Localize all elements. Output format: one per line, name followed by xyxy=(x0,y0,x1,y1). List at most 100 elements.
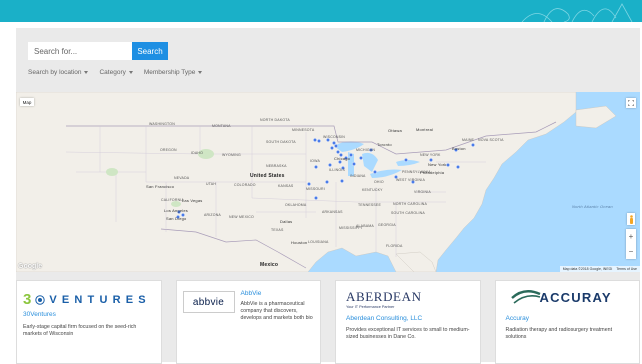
map-label-michigan: MICHIGAN xyxy=(356,148,376,152)
map-label-washington: WASHINGTON xyxy=(149,122,175,126)
map-label-dallas: Dallas xyxy=(280,219,293,224)
street-view-pegman-icon[interactable] xyxy=(627,213,635,225)
map-label-texas: TEXAS xyxy=(271,228,284,232)
map-label-tennessee: TENNESSEE xyxy=(358,203,381,207)
map-label-colorado: COLORADO xyxy=(234,183,256,187)
map-label-utah: UTAH xyxy=(206,182,217,186)
map-label-arizona: ARIZONA xyxy=(204,213,221,217)
map-label-virginia: VIRGINIA xyxy=(414,190,431,194)
terms-of-use-link[interactable]: Terms of Use xyxy=(616,267,637,271)
card-description: Radiation therapy and radiosurgery treat… xyxy=(505,327,613,340)
abbvie-logo-wordmark: abbvie xyxy=(192,296,225,308)
30ventures-logo: 3 VENTURES xyxy=(23,291,151,308)
map-label-iowa: IOWA xyxy=(310,159,321,163)
map-label-minnesota: MINNESOTA xyxy=(292,128,315,132)
map-label-arkansas: ARKANSAS xyxy=(322,210,343,214)
map-label-indiana: INDIANA xyxy=(350,174,366,178)
map-label-south-dakota: SOUTH DAKOTA xyxy=(266,140,296,144)
chevron-down-icon xyxy=(84,71,89,74)
map-label-north-carolina: NORTH CAROLINA xyxy=(393,202,428,206)
member-card-abbvie[interactable]: abbvie AbbVie AbbVie is a pharmaceutical… xyxy=(175,280,321,364)
accuray-logo-swoosh-icon xyxy=(510,290,540,304)
chevron-down-icon xyxy=(198,71,203,74)
header-banner xyxy=(0,0,642,22)
map-label-new-york-city: New York xyxy=(428,162,447,167)
30ventures-logo-mark-icon xyxy=(35,294,46,305)
map-label-mississippi: MISSISSIPPI xyxy=(339,226,363,230)
map-label-wyoming: WYOMING xyxy=(222,153,241,157)
map-label-oregon: OREGON xyxy=(160,148,177,152)
member-card-aberdean[interactable]: ABERDEAN Your IT Performance Partner Abe… xyxy=(335,280,481,364)
map-label-nevada: NEVADA xyxy=(174,176,190,180)
maritime-land xyxy=(575,105,617,129)
map-attribution: Map data ©2018 Google, INEGI Terms of Us… xyxy=(559,266,640,272)
member-card-list: 3 VENTURES 30Ventures Early-stage capita… xyxy=(16,280,640,364)
map-label-new-mexico: NEW MEXICO xyxy=(229,215,254,219)
directory-panel: Search Search by location Category Membe… xyxy=(16,28,640,364)
map-label-kentucky: KENTUCKY xyxy=(362,188,383,192)
map-canvas xyxy=(16,92,617,272)
map-label-idaho: IDAHO xyxy=(191,151,204,155)
map-data-credit: Map data ©2018 Google, INEGI xyxy=(562,267,613,271)
location-filter-label: Search by location xyxy=(28,69,82,76)
membership-type-filter[interactable]: Membership Type xyxy=(144,69,203,76)
map-label-wisconsin: WISCONSIN xyxy=(323,135,346,139)
map-label-missouri: MISSOURI xyxy=(306,187,325,191)
card-title[interactable]: 30Ventures xyxy=(23,311,56,318)
map-label-california: CALIFORNIA xyxy=(161,198,185,202)
map-label-new-york: NEW YORK xyxy=(420,153,441,157)
chevron-down-icon xyxy=(128,71,133,74)
member-map[interactable]: Map WASHINGTON MONTANA NORTH DAKOTA MINN… xyxy=(16,92,640,272)
accuray-logo-wordmark: ACCURAY xyxy=(539,290,612,305)
accuray-logo: ACCURAY xyxy=(510,289,612,305)
map-label-south-carolina: SOUTH CAROLINA xyxy=(391,211,425,215)
map-label-maine: MAINE xyxy=(462,138,475,142)
member-card-accuray[interactable]: ACCURAY Accuray Radiation therapy and ra… xyxy=(494,280,640,364)
aberdean-logo: ABERDEAN Your IT Performance Partner xyxy=(346,289,422,309)
card-description: Early-stage capital firm focused on the … xyxy=(23,324,137,337)
map-label-chicago: Chicago xyxy=(334,156,351,161)
card-title[interactable]: Aberdean Consulting, LLC xyxy=(346,315,422,322)
map-label-georgia: GEORGIA xyxy=(378,223,396,227)
zoom-control: + − xyxy=(626,229,636,259)
map-label-philadelphia: Philadelphia xyxy=(420,170,445,175)
map-label-kansas: KANSAS xyxy=(278,184,294,188)
filter-bar: Search by location Category Membership T… xyxy=(28,69,203,76)
zoom-out-button[interactable]: − xyxy=(626,244,636,259)
aberdean-logo-tagline: Your IT Performance Partner xyxy=(346,305,395,309)
map-label-houston: Houston xyxy=(291,240,308,245)
card-description: AbbVie is a pharmaceutical company that … xyxy=(240,301,313,321)
membership-type-filter-label: Membership Type xyxy=(143,69,196,76)
category-filter[interactable]: Category xyxy=(99,69,133,76)
map-label-north-dakota: NORTH DAKOTA xyxy=(260,118,290,122)
map-label-oklahoma: OKLAHOMA xyxy=(285,203,307,207)
map-label-mexico: Mexico xyxy=(260,262,279,268)
map-label-montana: MONTANA xyxy=(212,124,231,128)
card-title[interactable]: Accuray xyxy=(506,315,529,322)
map-label-florida: FLORIDA xyxy=(386,244,403,248)
map-label-san-diego: San Diego xyxy=(166,216,187,221)
map-label-san-francisco: San Francisco xyxy=(146,184,175,189)
map-label-west-virginia: WEST VIRGINIA xyxy=(396,178,425,182)
map-type-button[interactable]: Map xyxy=(20,98,34,106)
card-title[interactable]: AbbVie xyxy=(241,290,262,297)
fullscreen-icon[interactable] xyxy=(626,98,636,108)
map-label-toronto: Toronto xyxy=(377,142,392,147)
map-label-las-vegas: Las Vegas xyxy=(182,198,203,203)
map-label-north-atlantic-ocean: North Atlantic Ocean xyxy=(572,204,613,209)
map-label-united-states: United States xyxy=(250,173,285,179)
map-label-illinois: ILLINOIS xyxy=(329,168,345,172)
30ventures-logo-wordmark: VENTURES xyxy=(49,293,151,306)
map-label-ohio: OHIO xyxy=(374,180,384,184)
banner-decoration-icon xyxy=(521,3,633,22)
location-filter[interactable]: Search by location xyxy=(28,69,89,76)
map-label-ottawa: Ottawa xyxy=(388,128,402,133)
search-input[interactable] xyxy=(28,42,132,60)
map-label-boston: Boston xyxy=(452,146,466,151)
member-card-30ventures[interactable]: 3 VENTURES 30Ventures Early-stage capita… xyxy=(16,280,162,364)
zoom-in-button[interactable]: + xyxy=(626,229,636,244)
map-label-nebraska: NEBRASKA xyxy=(266,164,287,168)
search-button[interactable]: Search xyxy=(132,42,168,60)
card-description: Provides exceptional IT services to smal… xyxy=(346,327,470,340)
map-label-nova-scotia: NOVA SCOTIA xyxy=(478,138,504,142)
